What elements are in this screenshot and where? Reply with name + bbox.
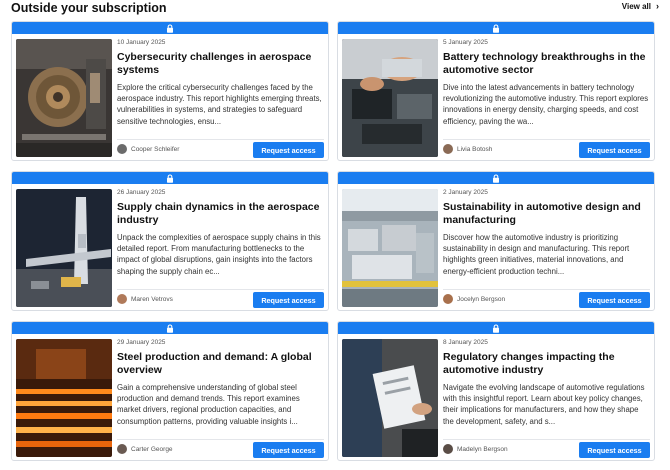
report-description: Unpack the complexities of aerospace sup… [117,232,324,277]
lock-icon [167,323,173,333]
report-description-text: Discover how the automotive industry is … [443,233,630,276]
author: Cooper Schleifer [117,144,179,154]
lock-icon [493,173,499,183]
report-footer: Jocelyn Bergson Request access [443,289,650,308]
request-access-button[interactable]: Request access [253,442,324,458]
locked-banner [338,22,654,34]
request-access-button[interactable]: Request access [579,442,650,458]
avatar [443,294,453,304]
report-date: 10 January 2025 [117,39,166,46]
report-thumbnail [342,339,438,457]
report-card[interactable]: 5 January 2025 Battery technology breakt… [337,21,655,161]
report-title[interactable]: Battery technology breakthroughs in the … [443,51,650,77]
author: Livia Botosh [443,144,492,154]
report-card[interactable]: 8 January 2025 Regulatory changes impact… [337,321,655,461]
report-description-text: Gain a comprehensive understanding of gl… [117,383,300,426]
report-description: Dive into the latest advancements in bat… [443,82,650,127]
report-title[interactable]: Cybersecurity challenges in aerospace sy… [117,51,324,77]
report-description: Gain a comprehensive understanding of gl… [117,382,324,427]
lock-icon [167,173,173,183]
report-date: 8 January 2025 [443,339,488,346]
report-footer: Carter George Request access [117,439,324,458]
report-date: 26 January 2025 [117,189,166,196]
report-title[interactable]: Sustainability in automotive design and … [443,201,650,227]
report-description-text: Dive into the latest advancements in bat… [443,83,649,126]
report-title[interactable]: Steel production and demand: A global ov… [117,351,324,377]
avatar [443,444,453,454]
report-description: Explore the critical cybersecurity chall… [117,82,324,127]
author-name: Jocelyn Bergson [457,295,506,303]
report-card[interactable]: 26 January 2025 Supply chain dynamics in… [11,171,329,311]
report-footer: Maren Vetrovs Request access [117,289,324,308]
author-name: Livia Botosh [457,145,493,153]
author: Maren Vetrovs [117,294,173,304]
report-date: 5 January 2025 [443,39,488,46]
locked-banner [338,322,654,334]
report-description: Discover how the automotive industry is … [443,232,650,277]
report-description: Navigate the evolving landscape of autom… [443,382,650,427]
author: Madelyn Bergson [443,444,508,454]
request-access-button[interactable]: Request access [579,142,650,158]
request-access-button[interactable]: Request access [253,292,324,308]
report-footer: Livia Botosh Request access [443,139,650,158]
avatar [117,444,127,454]
report-date: 29 January 2025 [117,339,166,346]
locked-banner [338,172,654,184]
locked-banner [12,322,328,334]
avatar [443,144,453,154]
report-description-text: Unpack the complexities of aerospace sup… [117,233,321,276]
report-footer: Madelyn Bergson Request access [443,439,650,458]
report-thumbnail [342,39,438,157]
author-name: Maren Vetrovs [131,295,173,303]
section-header: Outside your subscription View all › [11,0,659,16]
lock-icon [167,23,173,33]
author-name: Cooper Schleifer [131,145,180,153]
request-access-button[interactable]: Request access [579,292,650,308]
author: Carter George [117,444,173,454]
report-thumbnail [16,339,112,457]
locked-banner [12,22,328,34]
report-thumbnail [16,39,112,157]
report-date: 2 January 2025 [443,189,488,196]
report-title[interactable]: Regulatory changes impacting the automot… [443,351,650,377]
lock-icon [493,23,499,33]
avatar [117,294,127,304]
author: Jocelyn Bergson [443,294,505,304]
report-footer: Cooper Schleifer Request access [117,139,324,158]
chevron-right-icon: › [656,1,659,11]
author-name: Madelyn Bergson [457,445,508,453]
report-card[interactable]: 10 January 2025 Cybersecurity challenges… [11,21,329,161]
report-card[interactable]: 2 January 2025 Sustainability in automot… [337,171,655,311]
report-description-text: Navigate the evolving landscape of autom… [443,383,645,426]
view-all-label: View all [621,2,651,11]
locked-banner [12,172,328,184]
report-thumbnail [342,189,438,307]
report-title[interactable]: Supply chain dynamics in the aerospace i… [117,201,324,227]
report-thumbnail [16,189,112,307]
request-access-button[interactable]: Request access [253,142,324,158]
avatar [117,144,127,154]
report-card[interactable]: 29 January 2025 Steel production and dem… [11,321,329,461]
report-description-text: Explore the critical cybersecurity chall… [117,83,322,126]
section-title: Outside your subscription [11,1,167,15]
view-all-link[interactable]: View all › [621,1,659,12]
lock-icon [493,323,499,333]
author-name: Carter George [131,445,173,453]
